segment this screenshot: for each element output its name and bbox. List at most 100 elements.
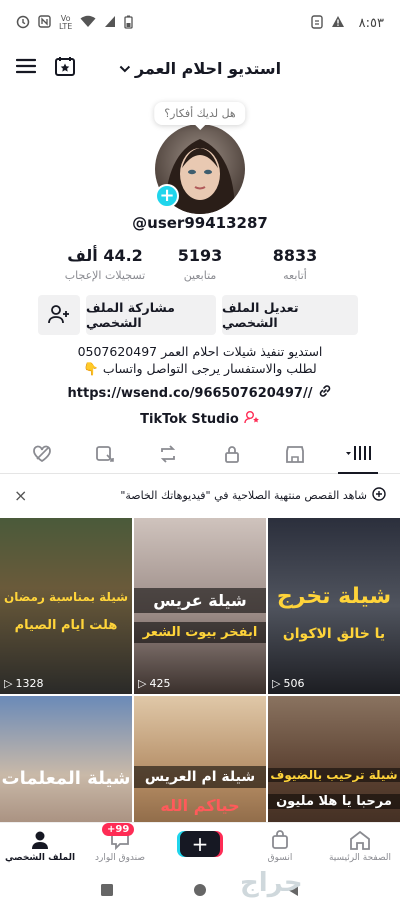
notice-text: شاهد القصص منتهية الصلاحية في "فيديوهاتك… <box>120 488 367 502</box>
video-tile[interactable]: شيلة عريس ابفخر بيوت الشعر ▷ 425 <box>134 518 266 694</box>
watermark-logo: حراج <box>240 868 303 898</box>
stat-likes[interactable]: 44.2 ألف تسجيلات الإعجاب <box>60 246 150 282</box>
share-profile-button[interactable]: مشاركة الملف الشخصي <box>86 295 216 335</box>
video-views: ▷ 506 <box>272 677 304 690</box>
stat-following-label: أتابعه <box>283 269 307 282</box>
video-views: ▷ 1328 <box>4 677 43 690</box>
video-overlay-title: شيلة المعلمات <box>1 768 131 789</box>
close-icon[interactable]: × <box>14 486 27 505</box>
nav-shop[interactable]: انسوق <box>244 829 316 863</box>
status-bar: Vo LTE ٨:٥٣ <box>0 0 400 46</box>
stat-followers-label: متابعين <box>183 269 217 282</box>
tab-private[interactable] <box>212 438 252 474</box>
shop-bag-icon <box>244 829 316 851</box>
nav-home-label: الصفحة الرئيسية <box>328 853 392 863</box>
tab-liked[interactable] <box>22 438 62 474</box>
wifi-icon <box>80 15 96 31</box>
video-overlay-subtitle: حياكم الله <box>160 796 240 815</box>
add-avatar-button[interactable]: + <box>155 184 179 208</box>
stat-followers[interactable]: 5193 متابعين <box>155 246 245 282</box>
chevron-down-icon <box>119 59 131 78</box>
volte-indicator: Vo LTE <box>59 15 72 31</box>
expired-stories-notice[interactable]: شاهد القصص منتهية الصلاحية في "فيديوهاتك… <box>0 482 400 508</box>
video-views: ▷ 425 <box>138 677 170 690</box>
views-count: 425 <box>149 677 171 690</box>
warning-icon <box>331 15 345 31</box>
tab-videos[interactable] <box>338 438 379 474</box>
profile-stats: 8833 أتابعه 5193 متابعين 44.2 ألف تسجيلا… <box>60 246 340 282</box>
bio-link[interactable]: https://wsend.co/966507620497// <box>0 384 400 402</box>
video-overlay-subtitle: مرحبا يا هلا مليون <box>268 794 400 809</box>
top-bar: استديو احلام العمر <box>0 46 400 90</box>
nav-inbox[interactable]: 99+ صندوق الوارد <box>84 823 156 863</box>
stat-following-value: 8833 <box>272 246 318 265</box>
video-tile[interactable]: شيلة ترحيب بالضيوف مرحبا يا هلا مليون <box>268 696 400 823</box>
status-bar-left: Vo LTE <box>16 15 133 32</box>
video-overlay-subtitle: هلت ايام الصيام <box>14 618 118 633</box>
video-overlay-title: شيلة عريس <box>134 588 266 613</box>
play-icon: ▷ <box>138 677 147 690</box>
stat-followers-value: 5193 <box>177 246 223 265</box>
link-icon <box>318 384 332 402</box>
username: @user99413287 <box>132 214 268 232</box>
volte-lte-text: LTE <box>59 22 73 31</box>
nav-profile[interactable]: الملف الشخصي <box>4 829 76 863</box>
profile-icon <box>4 829 76 851</box>
ideas-bubble[interactable]: هل لديك أفكار؟ <box>154 102 246 125</box>
menu-icon[interactable] <box>15 58 37 78</box>
video-overlay-subtitle: يا خالق الاكوان <box>282 626 386 642</box>
stories-icon <box>372 486 386 504</box>
stat-likes-value: 44.2 ألف <box>67 246 143 265</box>
repost-icon <box>158 444 178 467</box>
profile-actions: مشاركة الملف الشخصي تعديل الملف الشخصي <box>38 295 364 335</box>
inbox-badge: 99+ <box>102 823 135 836</box>
content-tabs <box>0 438 400 474</box>
tab-tagged[interactable] <box>85 438 125 474</box>
bio-link-text: https://wsend.co/966507620497// <box>67 385 313 401</box>
video-overlay-title: شيلة ام العريس <box>134 766 266 788</box>
signal-icon <box>104 15 116 31</box>
notice-content: شاهد القصص منتهية الصلاحية في "فيديوهاتك… <box>120 486 386 504</box>
status-time: ٨:٥٣ <box>358 15 384 31</box>
video-grid: شيلة تخرج يا خالق الاكوان ▷ 506 شيلة عريس… <box>0 518 400 823</box>
tiktok-studio-link[interactable]: TikTok Studio <box>0 410 400 428</box>
top-bar-left <box>15 55 76 81</box>
system-nav <box>0 872 400 911</box>
add-user-icon <box>48 304 70 327</box>
tab-shop[interactable] <box>275 438 315 474</box>
bottom-nav: الصفحة الرئيسية انسوق + 99+ صندوق الوارد… <box>0 822 400 872</box>
studio-label: TikTok Studio <box>140 411 239 427</box>
nav-home[interactable]: الصفحة الرئيسية <box>324 829 396 863</box>
video-overlay-subtitle: ابفخر بيوت الشعر <box>134 622 266 643</box>
calendar-star-icon[interactable] <box>54 55 76 81</box>
recents-icon[interactable] <box>100 882 114 901</box>
heart-hidden-icon <box>32 445 52 467</box>
edit-profile-button[interactable]: تعديل الملف الشخصي <box>222 295 358 335</box>
battery-icon <box>124 15 133 32</box>
views-count: 506 <box>283 677 305 690</box>
nav-inbox-label: صندوق الوارد <box>94 853 146 863</box>
nav-shop-label: انسوق <box>267 853 293 863</box>
tag-user-icon <box>95 445 115 467</box>
account-switcher[interactable]: استديو احلام العمر <box>119 59 281 78</box>
play-icon: ▷ <box>272 677 281 690</box>
home-button-icon[interactable] <box>193 882 207 901</box>
shop-icon <box>285 445 305 467</box>
play-icon: ▷ <box>4 677 13 690</box>
home-icon <box>324 829 396 851</box>
video-tile[interactable]: شيلة المعلمات <box>0 696 132 823</box>
create-icon: + <box>180 831 220 857</box>
add-friend-button[interactable] <box>38 295 80 335</box>
stat-following[interactable]: 8833 أتابعه <box>250 246 340 282</box>
nav-create[interactable]: + <box>164 829 236 857</box>
tab-reposts[interactable] <box>148 438 188 474</box>
video-tile[interactable]: شيلة بمناسبة رمضان هلت ايام الصيام ▷ 1328 <box>0 518 132 694</box>
data-saver-icon <box>310 14 323 32</box>
nav-profile-label: الملف الشخصي <box>4 853 76 863</box>
video-overlay-title: شيلة تخرج <box>276 584 392 609</box>
status-bar-right: ٨:٥٣ <box>310 14 384 32</box>
video-overlay-title: شيلة ترحيب بالضيوف <box>268 768 400 782</box>
video-tile[interactable]: شيلة تخرج يا خالق الاكوان ▷ 506 <box>268 518 400 694</box>
video-tile[interactable]: شيلة ام العريس حياكم الله <box>134 696 266 823</box>
studio-icon <box>244 410 260 428</box>
